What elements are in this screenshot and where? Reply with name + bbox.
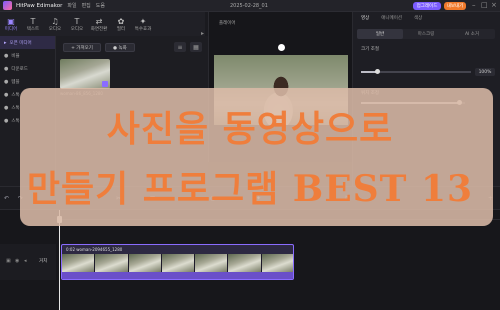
transition-icon: ⇄ — [95, 16, 103, 26]
tab-label: 특수효과 — [134, 26, 152, 32]
document-title: 2025-02-28_01 — [230, 3, 268, 9]
clip-frame — [62, 254, 96, 272]
tab-effects[interactable]: ✦ 특수효과 — [132, 12, 154, 36]
tool-tabs: ▣ 미디어 T 텍스트 ♫ 오디오 T 오디오 ⇄ 화면전환 ✿ 필터 ✦ 특수… — [0, 12, 205, 37]
dot-icon: ● — [4, 91, 9, 98]
record-button[interactable]: ● 녹화 — [105, 43, 135, 52]
subtab-mask[interactable]: 마스크링 — [403, 29, 449, 39]
tab-animation[interactable]: 애니메이션 — [381, 15, 402, 21]
size-value[interactable]: 100% — [475, 68, 495, 76]
tab-filter[interactable]: ✿ 필터 — [110, 12, 132, 36]
properties-subtabs: 일반 마스크링 AI 소거 — [357, 29, 495, 39]
effects-icon: ✦ — [139, 16, 147, 26]
dot-icon: ● — [4, 52, 9, 59]
tab-text[interactable]: T 텍스트 — [22, 12, 44, 36]
lock-icon[interactable]: ▣ — [6, 258, 11, 264]
maximize-icon[interactable]: □ — [481, 1, 488, 9]
sidebar-item-label: 다운로드 — [11, 66, 28, 72]
tab-audio[interactable]: ♫ 오디오 — [44, 12, 66, 36]
import-button[interactable]: + 가져오기 — [63, 43, 101, 52]
menu-help[interactable]: 도움 — [96, 2, 105, 9]
preview-title: 플레이어 — [219, 21, 236, 26]
tab-label: 필터 — [116, 26, 126, 32]
text-tool-icon: T — [74, 16, 80, 26]
added-badge — [102, 81, 108, 87]
music-icon: ♫ — [51, 16, 59, 26]
sidebar-item-label: 오픈 미디어 — [9, 40, 32, 46]
filter-icon[interactable]: ≡ — [174, 42, 186, 52]
dot-icon: ● — [4, 65, 9, 72]
tab-label: 텍스트 — [26, 26, 40, 32]
minimize-icon[interactable]: – — [472, 1, 476, 9]
tab-video[interactable]: 영상 — [361, 15, 369, 21]
video-clip[interactable]: 0:02 woman-2094655_1280 — [61, 244, 294, 280]
subtab-general[interactable]: 일반 — [357, 29, 403, 39]
title-bar: HitPaw Edimakor 파일 편집 도움 2025-02-28_01 업… — [0, 0, 500, 12]
clip-frame — [228, 254, 262, 272]
dot-icon: ● — [4, 78, 9, 85]
filter-icon: ✿ — [117, 16, 125, 26]
sidebar-item-label: 스톡 — [11, 92, 20, 98]
size-label: 크기 조절 — [361, 47, 379, 52]
properties-tabs: 영상 애니메이션 색상 — [353, 12, 500, 24]
tab-label: 화면전환 — [90, 26, 108, 32]
sidebar-item-template[interactable]: ● 템플 — [0, 75, 55, 88]
export-button[interactable]: 내보내기 — [444, 2, 466, 10]
folder-icon: ▸ — [4, 39, 7, 46]
text-icon: T — [30, 16, 36, 26]
sidebar-item-open-media[interactable]: ▸ 오픈 미디어 — [0, 36, 55, 49]
volume-icon[interactable]: ◂ — [24, 258, 27, 264]
tab-label: 오디오 — [48, 26, 62, 32]
media-thumbnail[interactable] — [60, 59, 110, 89]
clip-frames — [62, 254, 293, 272]
clip-frame — [161, 254, 196, 272]
eye-icon[interactable]: ◉ — [15, 258, 19, 264]
subtab-ai-erase[interactable]: AI 소거 — [449, 29, 495, 39]
grid-view-icon[interactable]: ▦ — [190, 42, 202, 52]
video-track-header: ▣ ◉ ◂ 거치 — [0, 244, 56, 280]
rotate-handle[interactable] — [278, 44, 285, 51]
sidebar-item-label: 비율 — [11, 53, 20, 59]
tab-label: 미디어 — [4, 26, 18, 32]
media-icon: ▣ — [7, 16, 15, 26]
menu-file[interactable]: 파일 — [67, 2, 76, 9]
tab-transition[interactable]: ⇄ 화면전환 — [88, 12, 110, 36]
tab-audio-2[interactable]: T 오디오 — [66, 12, 88, 36]
clip-frame — [261, 254, 293, 272]
app-title: HitPaw Edimakor — [16, 2, 63, 9]
sidebar-item-download[interactable]: ● 다운로드 — [0, 62, 55, 75]
overlay-title-line2: 만들기 프로그램 BEST 13 — [26, 168, 474, 210]
clip-name: 0:02 woman-2094655_1280 — [66, 247, 123, 252]
clip-frame — [95, 254, 129, 272]
upgrade-button[interactable]: 업그레이드 — [413, 2, 441, 10]
clip-audio-bar — [62, 272, 293, 279]
clip-frame — [128, 254, 162, 272]
overlay-title-line1: 사진을 동영상으로 — [106, 108, 394, 150]
tab-media[interactable]: ▣ 미디어 — [0, 12, 22, 36]
app-logo — [3, 1, 12, 10]
sidebar-item-ratio[interactable]: ● 비율 — [0, 49, 55, 62]
tab-label: 오디오 — [70, 26, 84, 32]
clip-frame — [195, 254, 229, 272]
menu-edit[interactable]: 편집 — [82, 2, 91, 9]
close-icon[interactable]: × — [491, 1, 497, 9]
tab-color[interactable]: 색상 — [414, 15, 422, 21]
sidebar-item-label: 템플 — [11, 79, 20, 85]
size-slider-knob[interactable] — [375, 69, 380, 74]
track-label: 거치 — [39, 259, 48, 264]
